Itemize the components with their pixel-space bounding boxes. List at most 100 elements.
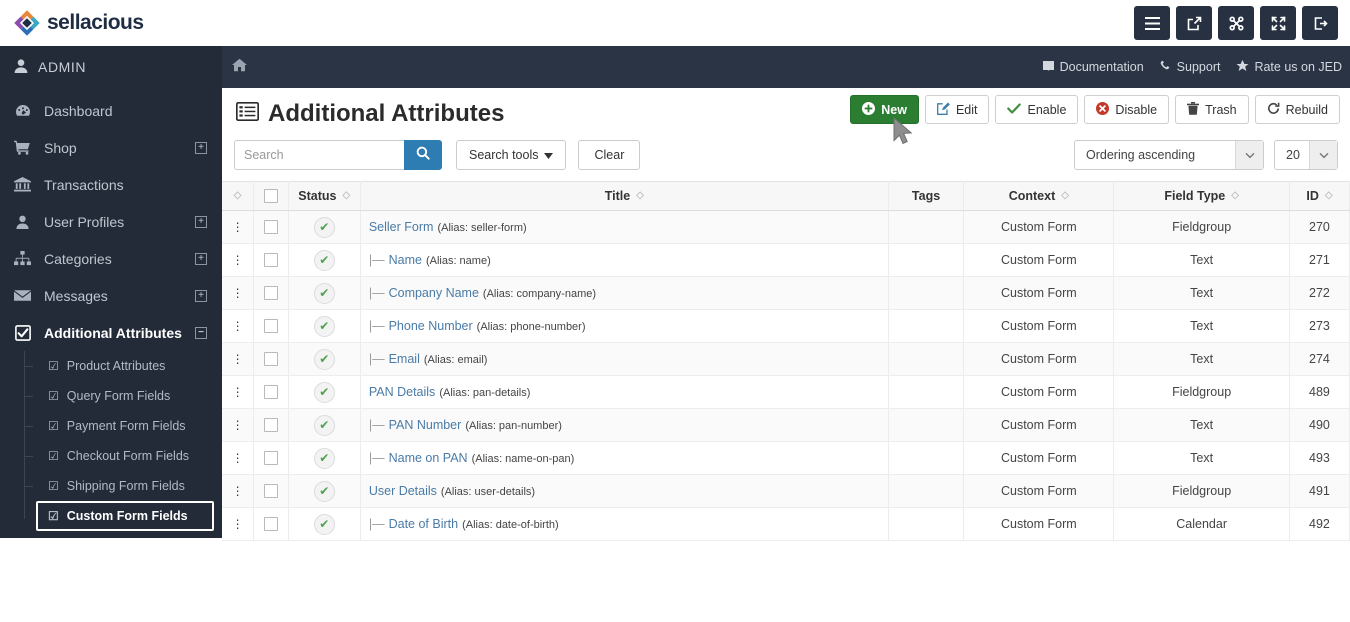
expand-icon[interactable]: + — [195, 215, 207, 228]
select-all-checkbox[interactable] — [263, 189, 278, 203]
row-title-cell: |— Phone Number (Alias: phone-number) — [360, 309, 889, 343]
column-header-field-type[interactable]: Field Type ◇ — [1113, 181, 1290, 211]
row-checkbox[interactable] — [263, 319, 278, 334]
column-header-status[interactable]: Status ◇ — [288, 181, 361, 211]
row-checkbox[interactable] — [263, 253, 278, 268]
column-header-id[interactable]: ID ◇ — [1289, 181, 1350, 211]
column-header-checkall[interactable] — [253, 181, 289, 211]
expand-arrows-icon — [1271, 16, 1286, 31]
row-title-link[interactable]: User Details — [369, 484, 437, 498]
check-circle-icon[interactable]: ✔ — [313, 447, 335, 469]
check-circle-icon[interactable]: ✔ — [313, 216, 335, 238]
row-drag-handle[interactable]: ⋮ — [222, 276, 255, 310]
check-circle-icon[interactable]: ✔ — [313, 348, 335, 370]
row-title-link[interactable]: Email — [389, 352, 420, 366]
sidebar-item-checkout-form-fields[interactable]: ☑ Checkout Form Fields — [24, 441, 222, 471]
menu-toggle-button[interactable] — [1134, 6, 1170, 40]
sidebar-item-product-attributes[interactable]: ☑ Product Attributes — [24, 351, 222, 381]
column-header-ordering[interactable]: ◇ — [222, 181, 255, 211]
sidebar-item-messages[interactable]: Messages + — [0, 277, 222, 314]
row-drag-handle[interactable]: ⋮ — [222, 507, 255, 541]
row-checkbox[interactable] — [263, 517, 278, 532]
sidebar-item-transactions[interactable]: Transactions — [0, 166, 222, 203]
expand-icon[interactable]: + — [195, 141, 207, 154]
preview-site-button[interactable] — [1176, 6, 1212, 40]
clear-button[interactable]: Clear — [578, 140, 641, 170]
table-row: ⋮ ✔ User Details (Alias: user-details) Custo… — [222, 474, 1350, 508]
sidebar-item-payment-form-fields[interactable]: ☑ Payment Form Fields — [24, 411, 222, 441]
row-drag-handle[interactable]: ⋮ — [222, 243, 255, 277]
table-row: ⋮ ✔ |— Email (Alias: email) Custom Form Text 27… — [222, 342, 1350, 376]
sidebar-item-additional-attributes[interactable]: Additional Attributes − — [0, 314, 222, 351]
trash-button[interactable]: Trash — [1175, 95, 1249, 124]
check-circle-icon[interactable]: ✔ — [313, 282, 335, 304]
row-title-link[interactable]: Name on PAN — [389, 451, 468, 465]
row-drag-handle[interactable]: ⋮ — [222, 210, 255, 244]
sidebar-submenu: ☑ Product Attributes ☑ Query Form Fields… — [0, 351, 222, 531]
sidebar-item-shipping-form-fields[interactable]: ☑ Shipping Form Fields — [24, 471, 222, 501]
check-circle-icon[interactable]: ✔ — [313, 315, 335, 337]
row-drag-handle[interactable]: ⋮ — [222, 375, 255, 409]
row-drag-handle[interactable]: ⋮ — [222, 474, 255, 508]
row-checkbox-cell — [253, 375, 289, 409]
column-header-context[interactable]: Context ◇ — [963, 181, 1115, 211]
sidebar-item-user-profiles[interactable]: User Profiles + — [0, 203, 222, 240]
rebuild-button[interactable]: Rebuild — [1254, 95, 1340, 124]
check-circle-icon[interactable]: ✔ — [313, 480, 335, 502]
collapse-icon[interactable]: − — [195, 326, 207, 339]
ordering-select[interactable]: Ordering ascending — [1074, 140, 1264, 170]
home-breadcrumb-icon[interactable] — [232, 58, 247, 75]
fullscreen-button[interactable] — [1260, 6, 1296, 40]
check-circle-icon[interactable]: ✔ — [313, 249, 335, 271]
limit-select[interactable]: 20 — [1274, 140, 1338, 170]
rate-us-link[interactable]: Rate us on JED — [1236, 59, 1342, 75]
expand-icon[interactable]: + — [195, 289, 207, 302]
top-button-group — [1134, 6, 1350, 40]
tree-indent-icon: |— — [368, 451, 385, 465]
expand-icon[interactable]: + — [195, 252, 207, 265]
row-title-link[interactable]: Phone Number — [389, 319, 473, 333]
check-circle-icon[interactable]: ✔ — [313, 513, 335, 535]
drag-handle-icon: ⋮ — [231, 286, 244, 300]
sidebar-item-dashboard[interactable]: Dashboard — [0, 92, 222, 129]
row-drag-handle[interactable]: ⋮ — [222, 441, 255, 475]
row-checkbox[interactable] — [263, 418, 278, 433]
brand-logo[interactable]: sellacious — [0, 10, 144, 36]
row-drag-handle[interactable]: ⋮ — [222, 309, 255, 343]
row-checkbox[interactable] — [263, 385, 278, 400]
edit-button[interactable]: Edit — [924, 95, 990, 124]
sidebar-item-query-form-fields[interactable]: ☑ Query Form Fields — [24, 381, 222, 411]
logout-button[interactable] — [1302, 6, 1338, 40]
sidebar-item-categories[interactable]: Categories + — [0, 240, 222, 277]
row-title-link[interactable]: PAN Number — [389, 418, 462, 432]
row-checkbox[interactable] — [263, 220, 278, 235]
row-title-link[interactable]: Date of Birth — [389, 517, 458, 531]
row-checkbox[interactable] — [263, 484, 278, 499]
row-checkbox[interactable] — [263, 352, 278, 367]
sidebar-subitem-label: Custom Form Fields — [66, 509, 188, 523]
row-title-link[interactable]: Seller Form — [369, 220, 434, 234]
row-title-link[interactable]: Name — [389, 253, 422, 267]
check-circle-icon[interactable]: ✔ — [313, 414, 335, 436]
row-title-link[interactable]: Company Name — [389, 286, 479, 300]
sidebar-item-custom-form-fields[interactable]: ☑ Custom Form Fields — [36, 501, 214, 531]
support-link[interactable]: Support — [1160, 60, 1220, 75]
column-header-title[interactable]: Title ◇ — [360, 181, 889, 211]
joomla-admin-button[interactable] — [1218, 6, 1254, 40]
search-tools-button[interactable]: Search tools — [456, 140, 567, 170]
check-circle-icon[interactable]: ✔ — [313, 381, 335, 403]
search-button[interactable] — [404, 140, 442, 170]
search-input[interactable] — [234, 140, 404, 170]
sidebar-item-shop[interactable]: Shop + — [0, 129, 222, 166]
documentation-label: Documentation — [1059, 60, 1144, 74]
row-checkbox[interactable] — [263, 451, 278, 466]
enable-button[interactable]: Enable — [995, 95, 1079, 124]
admin-user-block[interactable]: ADMIN — [0, 46, 222, 88]
row-drag-handle[interactable]: ⋮ — [222, 342, 255, 376]
row-checkbox[interactable] — [263, 286, 278, 301]
row-title-link[interactable]: PAN Details — [369, 385, 435, 399]
row-drag-handle[interactable]: ⋮ — [222, 408, 255, 442]
disable-button[interactable]: Disable — [1084, 95, 1170, 124]
sidebar: Dashboard Shop + Transactions User Profi… — [0, 88, 222, 622]
documentation-link[interactable]: Documentation — [1042, 60, 1144, 75]
